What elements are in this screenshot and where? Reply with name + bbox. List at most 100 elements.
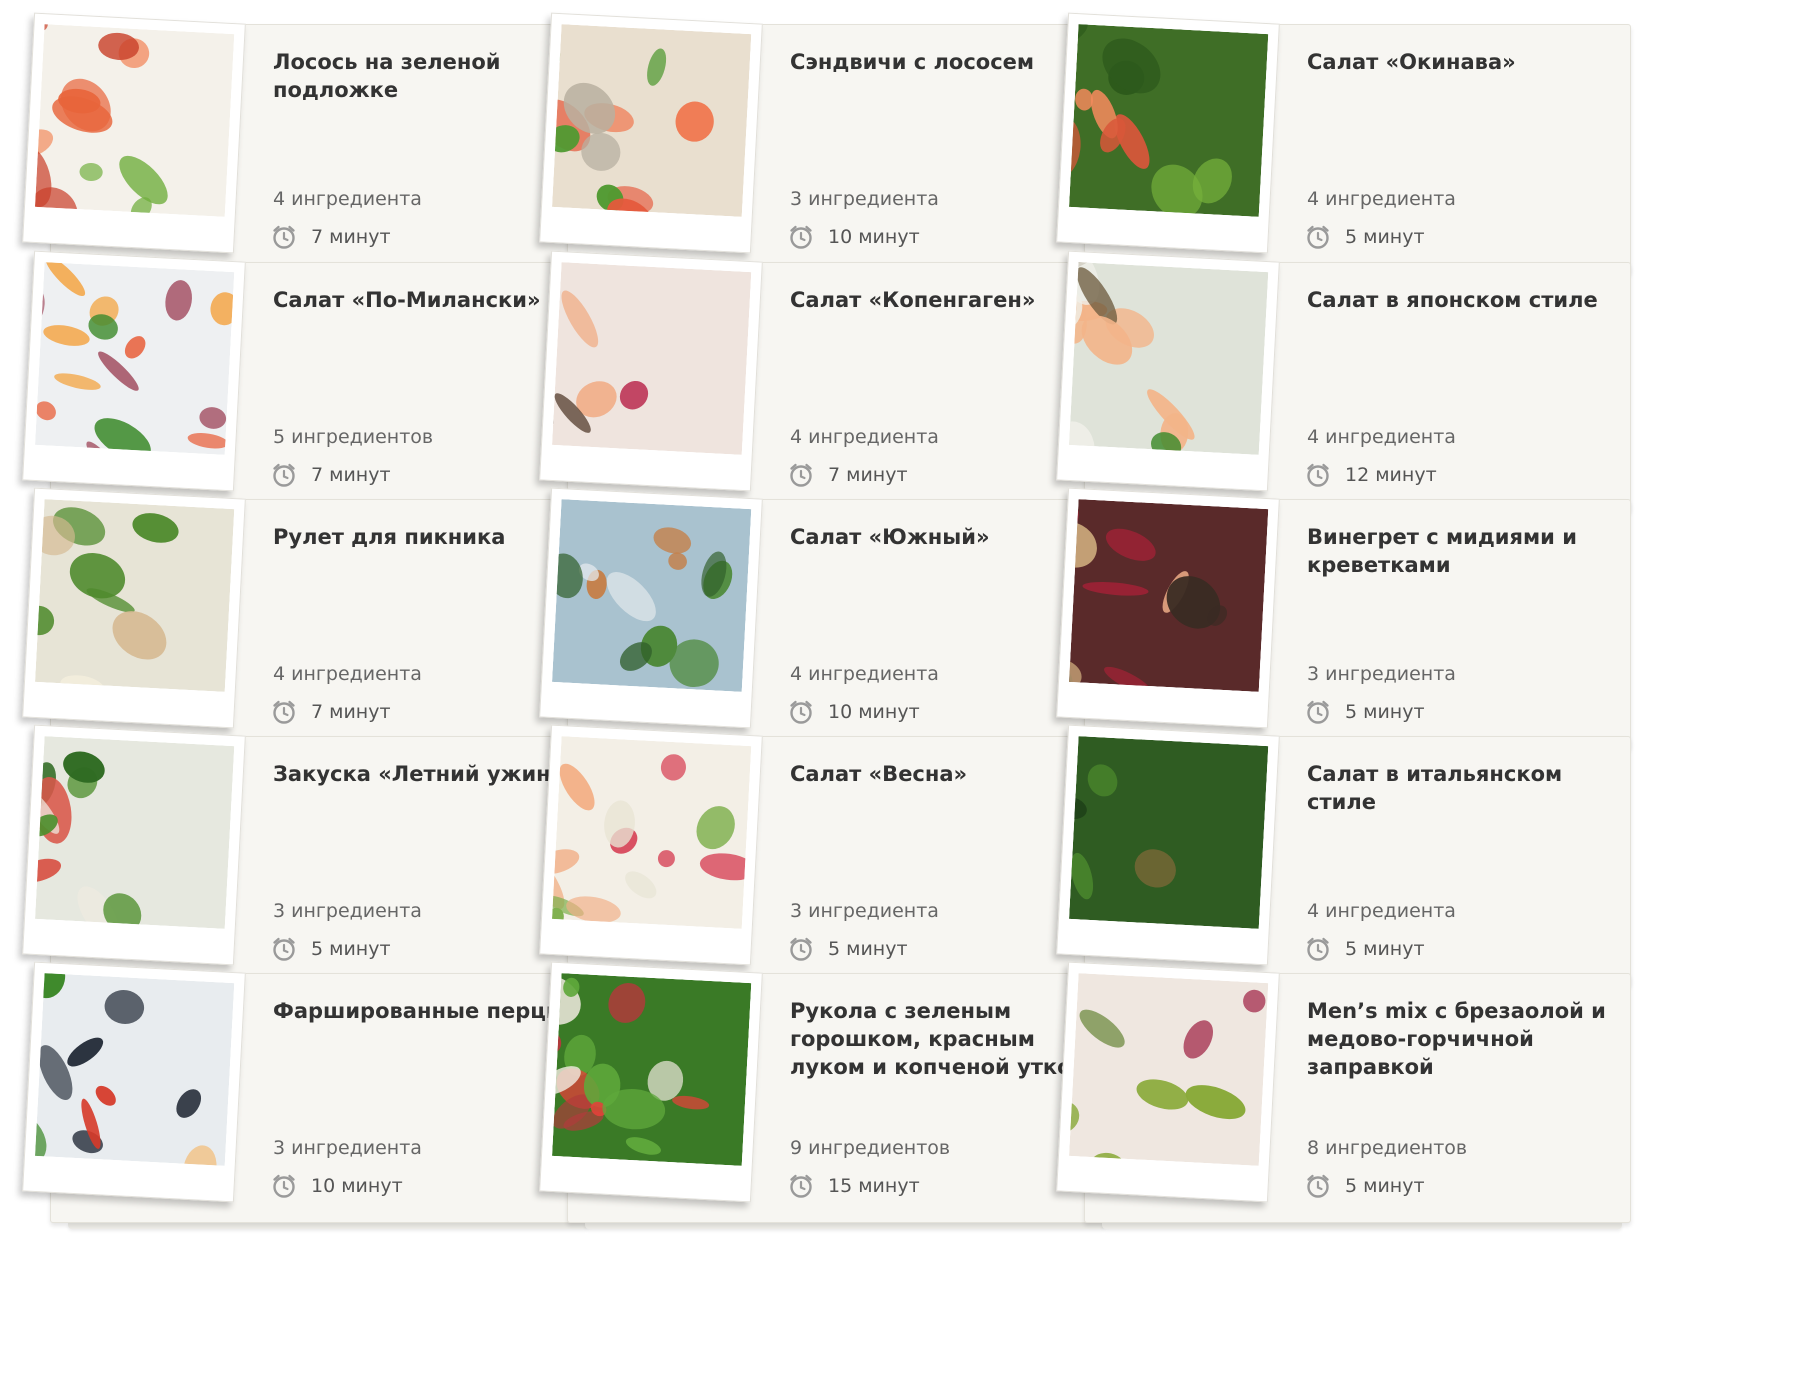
cooking-time: 5 минут bbox=[1305, 223, 1425, 251]
card-shadow-edge bbox=[585, 1223, 1105, 1229]
stuffed-peppers-photo[interactable] bbox=[34, 973, 235, 1166]
milan-salad-photo[interactable] bbox=[34, 262, 235, 455]
polaroid-frame[interactable] bbox=[1056, 250, 1280, 492]
cooking-time: 10 минут bbox=[788, 223, 920, 251]
cooking-time: 5 минут bbox=[788, 935, 908, 963]
time-label: 10 минут bbox=[311, 1175, 403, 1197]
ingredient-count: 3 ингредиента bbox=[273, 1137, 422, 1159]
alarm-clock-icon bbox=[271, 462, 297, 488]
summer-dinner-photo[interactable] bbox=[34, 736, 235, 929]
picnic-roll-photo[interactable] bbox=[34, 499, 235, 692]
alarm-clock-icon bbox=[788, 224, 814, 250]
recipe-card[interactable]: Салат «По-Милански» 5 ингредиентов 7 минут bbox=[18, 250, 598, 518]
ingredient-count: 9 ингредиентов bbox=[790, 1137, 951, 1159]
recipe-card[interactable]: Салат в японском стиле 4 ингредиента 12 ми… bbox=[1052, 250, 1632, 518]
alarm-clock-icon bbox=[788, 936, 814, 962]
recipe-card[interactable]: Салат «Окинава» 4 ингредиента 5 минут bbox=[1052, 12, 1632, 280]
cooking-time: 12 минут bbox=[1305, 461, 1437, 489]
ingredient-count: 4 ингредиента bbox=[790, 663, 939, 685]
time-label: 7 минут bbox=[311, 464, 391, 486]
time-label: 5 минут bbox=[828, 938, 908, 960]
recipe-title[interactable]: Салат «Окинава» bbox=[1307, 48, 1627, 76]
recipe-card[interactable]: Рулет для пикника 4 ингредиента 7 минут bbox=[18, 487, 598, 755]
polaroid-frame[interactable] bbox=[539, 487, 763, 729]
time-label: 15 минут bbox=[828, 1175, 920, 1197]
time-label: 5 минут bbox=[1345, 226, 1425, 248]
recipe-card[interactable]: Закуска «Летний ужин» 3 ингредиента 5 мину… bbox=[18, 724, 598, 992]
card-shadow-edge bbox=[68, 1223, 588, 1229]
time-label: 7 минут bbox=[311, 226, 391, 248]
ingredient-count: 4 ингредиента bbox=[1307, 900, 1456, 922]
cooking-time: 5 минут bbox=[271, 935, 391, 963]
south-salad-photo[interactable] bbox=[551, 499, 752, 692]
recipe-card[interactable]: Men’s mix с брезаолой и медово-горчичной… bbox=[1052, 961, 1632, 1229]
arugula-duck-photo[interactable] bbox=[551, 973, 752, 1166]
recipe-card[interactable]: Рукола с зеленым горошком, красным луком… bbox=[535, 961, 1115, 1229]
recipe-card[interactable]: Фаршированные перцы 3 ингредиента 10 минут bbox=[18, 961, 598, 1229]
ingredient-count: 4 ингредиента bbox=[1307, 426, 1456, 448]
polaroid-frame[interactable] bbox=[539, 12, 763, 254]
cooking-time: 10 минут bbox=[788, 698, 920, 726]
copenhagen-salad-photo[interactable] bbox=[551, 262, 752, 455]
cooking-time: 5 минут bbox=[1305, 698, 1425, 726]
recipe-title[interactable]: Винегрет с мидиями и креветками bbox=[1307, 523, 1627, 579]
polaroid-frame[interactable] bbox=[22, 961, 246, 1203]
time-label: 5 минут bbox=[311, 938, 391, 960]
time-label: 12 минут bbox=[1345, 464, 1437, 486]
recipe-card[interactable]: Салат «Копенгаген» 4 ингредиента 7 минут bbox=[535, 250, 1115, 518]
recipe-card[interactable]: Салат в итальянском стиле 4 ингредиента 5 … bbox=[1052, 724, 1632, 992]
alarm-clock-icon bbox=[1305, 699, 1331, 725]
cooking-time: 5 минут bbox=[1305, 935, 1425, 963]
alarm-clock-icon bbox=[788, 462, 814, 488]
recipe-card[interactable]: Салат «Весна» 3 ингредиента 5 минут bbox=[535, 724, 1115, 992]
polaroid-frame[interactable] bbox=[22, 487, 246, 729]
recipe-card[interactable]: Лосось на зеленой подложке 4 ингредиента 7… bbox=[18, 12, 598, 280]
ingredient-count: 3 ингредиента bbox=[1307, 663, 1456, 685]
recipe-card[interactable]: Салат «Южный» 4 ингредиента 10 минут bbox=[535, 487, 1115, 755]
alarm-clock-icon bbox=[271, 1173, 297, 1199]
polaroid-frame[interactable] bbox=[1056, 961, 1280, 1203]
salmon-salad-photo[interactable] bbox=[34, 24, 235, 217]
polaroid-frame[interactable] bbox=[539, 250, 763, 492]
okinawa-salad-photo[interactable] bbox=[1068, 24, 1269, 217]
salmon-sandwich-photo[interactable] bbox=[551, 24, 752, 217]
recipe-title[interactable]: Салат в итальянском стиле bbox=[1307, 760, 1627, 816]
recipe-title[interactable]: Салат в японском стиле bbox=[1307, 286, 1627, 314]
italian-salad-photo[interactable] bbox=[1068, 736, 1269, 929]
ingredient-count: 5 ингредиентов bbox=[273, 426, 434, 448]
alarm-clock-icon bbox=[1305, 462, 1331, 488]
vinaigrette-mussels-photo[interactable] bbox=[1068, 499, 1269, 692]
alarm-clock-icon bbox=[271, 699, 297, 725]
alarm-clock-icon bbox=[271, 936, 297, 962]
recipe-card[interactable]: Винегрет с мидиями и креветками 3 ингреди… bbox=[1052, 487, 1632, 755]
cooking-time: 15 минут bbox=[788, 1172, 920, 1200]
polaroid-frame[interactable] bbox=[539, 961, 763, 1203]
polaroid-frame[interactable] bbox=[539, 724, 763, 966]
polaroid-frame[interactable] bbox=[1056, 487, 1280, 729]
cooking-time: 7 минут bbox=[271, 223, 391, 251]
polaroid-frame[interactable] bbox=[1056, 12, 1280, 254]
spring-salad-photo[interactable] bbox=[551, 736, 752, 929]
time-label: 7 минут bbox=[311, 701, 391, 723]
ingredient-count: 4 ингредиента bbox=[273, 663, 422, 685]
recipe-title[interactable]: Men’s mix с брезаолой и медово-горчичной… bbox=[1307, 997, 1627, 1081]
polaroid-frame[interactable] bbox=[22, 250, 246, 492]
japanese-salad-photo[interactable] bbox=[1068, 262, 1269, 455]
cooking-time: 10 минут bbox=[271, 1172, 403, 1200]
time-label: 5 минут bbox=[1345, 701, 1425, 723]
ingredient-count: 4 ингредиента bbox=[1307, 188, 1456, 210]
alarm-clock-icon bbox=[1305, 936, 1331, 962]
alarm-clock-icon bbox=[1305, 224, 1331, 250]
ingredient-count: 3 ингредиента bbox=[790, 188, 939, 210]
recipe-card[interactable]: Сэндвичи с лососем 3 ингредиента 10 минут bbox=[535, 12, 1115, 280]
bresaola-mix-photo[interactable] bbox=[1068, 973, 1269, 1166]
time-label: 10 минут bbox=[828, 701, 920, 723]
time-label: 10 минут bbox=[828, 226, 920, 248]
recipe-grid: Лосось на зеленой подложке 4 ингредиента 7… bbox=[18, 12, 1798, 1377]
ingredient-count: 3 ингредиента bbox=[273, 900, 422, 922]
polaroid-frame[interactable] bbox=[22, 12, 246, 254]
ingredient-count: 4 ингредиента bbox=[273, 188, 422, 210]
polaroid-frame[interactable] bbox=[1056, 724, 1280, 966]
time-label: 7 минут bbox=[828, 464, 908, 486]
polaroid-frame[interactable] bbox=[22, 724, 246, 966]
